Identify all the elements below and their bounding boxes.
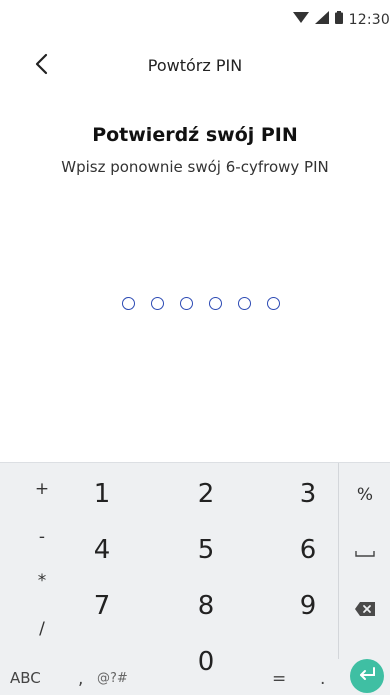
enter-button[interactable] — [350, 659, 384, 693]
pin-dot — [238, 297, 251, 310]
key-asterisk[interactable]: * — [22, 571, 62, 591]
key-equals[interactable]: = — [272, 669, 286, 689]
confirm-pin-subheading: Wpisz ponownie swój 6-cyfrowy PIN — [61, 158, 329, 176]
key-9[interactable]: 9 — [278, 591, 338, 621]
pin-dot — [151, 297, 164, 310]
key-2[interactable]: 2 — [176, 479, 236, 509]
cellular-signal-icon — [314, 11, 329, 29]
key-slash[interactable]: / — [22, 619, 62, 639]
confirm-pin-heading: Potwierdź swój PIN — [92, 124, 298, 146]
key-6[interactable]: 6 — [278, 535, 338, 565]
key-backspace[interactable] — [340, 597, 390, 625]
pin-dot — [267, 297, 280, 310]
status-time: 12:30 — [348, 12, 390, 28]
pin-dot — [180, 297, 193, 310]
battery-icon — [334, 11, 343, 29]
key-5[interactable]: 5 — [176, 535, 236, 565]
status-icons: 12:30 — [292, 11, 390, 29]
pin-indicator — [122, 297, 280, 310]
key-comma[interactable]: , — [78, 669, 83, 689]
key-plus[interactable]: + — [22, 479, 62, 499]
key-4[interactable]: 4 — [72, 535, 132, 565]
page-title: Powtórz PIN — [147, 56, 243, 75]
key-1[interactable]: 1 — [72, 479, 132, 509]
key-8[interactable]: 8 — [176, 591, 236, 621]
backspace-icon — [354, 601, 376, 622]
pin-dot — [209, 297, 222, 310]
status-bar: 12:30 — [0, 0, 390, 36]
keyboard-divider — [338, 463, 339, 659]
key-percent[interactable]: % — [340, 481, 390, 509]
space-icon — [355, 543, 375, 563]
key-3[interactable]: 3 — [278, 479, 338, 509]
key-space[interactable] — [340, 539, 390, 567]
key-0[interactable]: 0 — [176, 647, 236, 677]
wifi-icon — [292, 11, 309, 29]
pin-dot — [122, 297, 135, 310]
key-period[interactable]: . — [320, 669, 325, 689]
key-symbols[interactable]: @?# — [97, 671, 128, 686]
key-minus[interactable]: - — [22, 527, 62, 547]
key-7[interactable]: 7 — [72, 591, 132, 621]
numeric-keyboard: + - * / 1 2 3 4 5 6 7 8 9 0 % ABC , @?# … — [0, 462, 390, 695]
header: Powtórz PIN — [0, 44, 390, 88]
enter-arrow-icon — [358, 666, 376, 686]
key-abc[interactable]: ABC — [10, 669, 41, 687]
